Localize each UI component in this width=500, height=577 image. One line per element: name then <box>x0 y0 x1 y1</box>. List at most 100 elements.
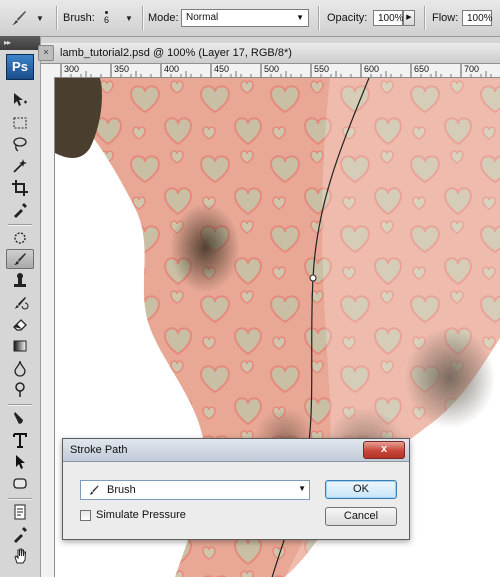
brush-icon <box>12 11 26 25</box>
brush-dropdown-arrow-icon[interactable]: ▼ <box>125 14 133 23</box>
magic-wand-tool[interactable] <box>6 156 34 176</box>
eraser-tool[interactable] <box>6 314 34 334</box>
dodge-tool[interactable] <box>6 379 34 399</box>
gradient-tool[interactable] <box>6 336 34 356</box>
tool-separator <box>8 404 32 406</box>
mode-value: Normal <box>186 12 219 23</box>
gradient-icon <box>13 340 27 352</box>
hand-tool[interactable] <box>6 546 34 566</box>
path-selection-tool[interactable] <box>6 452 34 472</box>
marquee-icon <box>13 117 27 129</box>
note-icon <box>14 504 26 520</box>
options-separator <box>142 6 144 30</box>
brush-tool-icon <box>14 253 26 265</box>
tools-panel: ▸▸ Ps <box>0 36 41 577</box>
eyedropper-icon <box>14 203 27 218</box>
simulate-pressure-label: Simulate Pressure <box>96 509 186 521</box>
history-brush-tool[interactable] <box>6 293 34 313</box>
path-selection-icon <box>16 455 25 469</box>
lasso-tool[interactable] <box>6 134 34 154</box>
notes-tool[interactable] <box>6 502 34 522</box>
mode-label: Mode: <box>148 12 179 24</box>
options-bar: ▼ Brush: 6 ▼ Mode: Normal ▼ Opacity: 100… <box>0 0 500 37</box>
dialog-title: Stroke Path <box>70 444 128 456</box>
ok-button[interactable]: OK <box>325 480 397 499</box>
pen-tool[interactable] <box>6 408 34 428</box>
dialog-body: Brush ▼ Simulate Pressure OK Cancel <box>63 462 409 539</box>
tool-separator <box>8 498 32 500</box>
opacity-label: Opacity: <box>327 12 368 24</box>
brush-size-value: 6 <box>104 15 110 25</box>
magic-wand-icon <box>13 159 27 173</box>
chevron-down-icon: ▼ <box>296 13 304 22</box>
brush-icon <box>89 485 99 495</box>
stamp-icon <box>14 273 26 287</box>
brush-tip-preview <box>105 11 108 14</box>
flow-value: 100% <box>467 13 493 24</box>
brush-size-picker[interactable]: 6 <box>104 0 109 36</box>
pen-icon <box>14 412 23 424</box>
rounded-rect-icon <box>13 478 27 489</box>
chevron-down-icon: ▼ <box>298 484 306 493</box>
healing-icon <box>14 232 26 244</box>
move-tool[interactable] <box>6 90 34 110</box>
opacity-input[interactable]: 100% <box>373 10 404 26</box>
brush-tool[interactable] <box>6 249 34 269</box>
spot-healing-tool[interactable] <box>6 228 34 248</box>
marquee-tool[interactable] <box>6 113 34 133</box>
history-brush-icon <box>14 297 29 310</box>
options-separator <box>56 6 58 30</box>
options-separator <box>424 6 426 30</box>
crop-icon <box>12 180 28 196</box>
hand-icon <box>14 548 27 564</box>
eyedropper-icon <box>14 527 27 543</box>
simulate-pressure-option[interactable]: Simulate Pressure <box>80 509 186 521</box>
ruler-tick-label: 400 <box>164 64 180 74</box>
ruler-tick-label: 700 <box>464 64 480 74</box>
blur-icon <box>14 360 26 377</box>
close-document-icon[interactable]: × <box>38 45 54 61</box>
lasso-icon <box>13 137 27 152</box>
ruler-tick-label: 600 <box>364 64 380 74</box>
tool-separator <box>8 224 32 226</box>
flow-input[interactable]: 100% <box>462 10 493 26</box>
document-tab[interactable]: × lamb_tutorial2.psd @ 100% (Layer 17, R… <box>38 43 500 64</box>
eyedropper-tool[interactable] <box>6 200 34 220</box>
preset-dropdown-arrow-icon: ▼ <box>36 13 44 23</box>
ruler-tick-label: 300 <box>64 64 80 74</box>
stroke-tool-select[interactable]: Brush ▼ <box>80 480 310 500</box>
move-icon <box>14 93 27 106</box>
stroke-tool-value: Brush <box>107 484 136 496</box>
ruler-tick-label: 450 <box>214 64 230 74</box>
opacity-value: 100% <box>378 13 404 24</box>
document-title: lamb_tutorial2.psd @ 100% (Layer 17, RGB… <box>60 47 292 59</box>
simulate-pressure-checkbox[interactable] <box>80 509 91 521</box>
crop-tool[interactable] <box>6 178 34 198</box>
eyedropper-sample-tool[interactable] <box>6 524 34 544</box>
ruler-tick-label: 350 <box>114 64 130 74</box>
photoshop-logo: Ps <box>6 54 34 80</box>
cancel-button[interactable]: Cancel <box>325 507 397 526</box>
dialog-titlebar[interactable]: Stroke Path x <box>63 439 409 462</box>
close-button[interactable]: x <box>363 441 405 459</box>
type-icon <box>13 433 27 448</box>
dodge-icon <box>15 382 25 397</box>
ruler-tick-label: 550 <box>314 64 330 74</box>
tool-preset-picker[interactable]: ▼ <box>8 0 44 36</box>
mode-select[interactable]: Normal ▼ <box>181 9 309 27</box>
brush-label: Brush: <box>63 12 95 24</box>
stroke-path-dialog: Stroke Path x Brush ▼ Simulate Pressure … <box>62 438 410 540</box>
blur-tool[interactable] <box>6 358 34 378</box>
ruler-tick-label: 500 <box>264 64 280 74</box>
clone-stamp-tool[interactable] <box>6 271 34 291</box>
ruler-tick-label: 650 <box>414 64 430 74</box>
options-separator <box>318 6 320 30</box>
opacity-slider-toggle[interactable]: ▶ <box>403 10 415 26</box>
type-tool[interactable] <box>6 430 34 450</box>
horizontal-ruler: 300 350 400 450 500 550 600 650 700 <box>41 64 500 78</box>
eraser-icon <box>13 319 27 331</box>
tools-panel-grip[interactable]: ▸▸ <box>0 36 40 50</box>
shape-tool[interactable] <box>6 473 34 493</box>
vertical-ruler <box>41 77 55 577</box>
flow-label: Flow: <box>432 12 459 24</box>
